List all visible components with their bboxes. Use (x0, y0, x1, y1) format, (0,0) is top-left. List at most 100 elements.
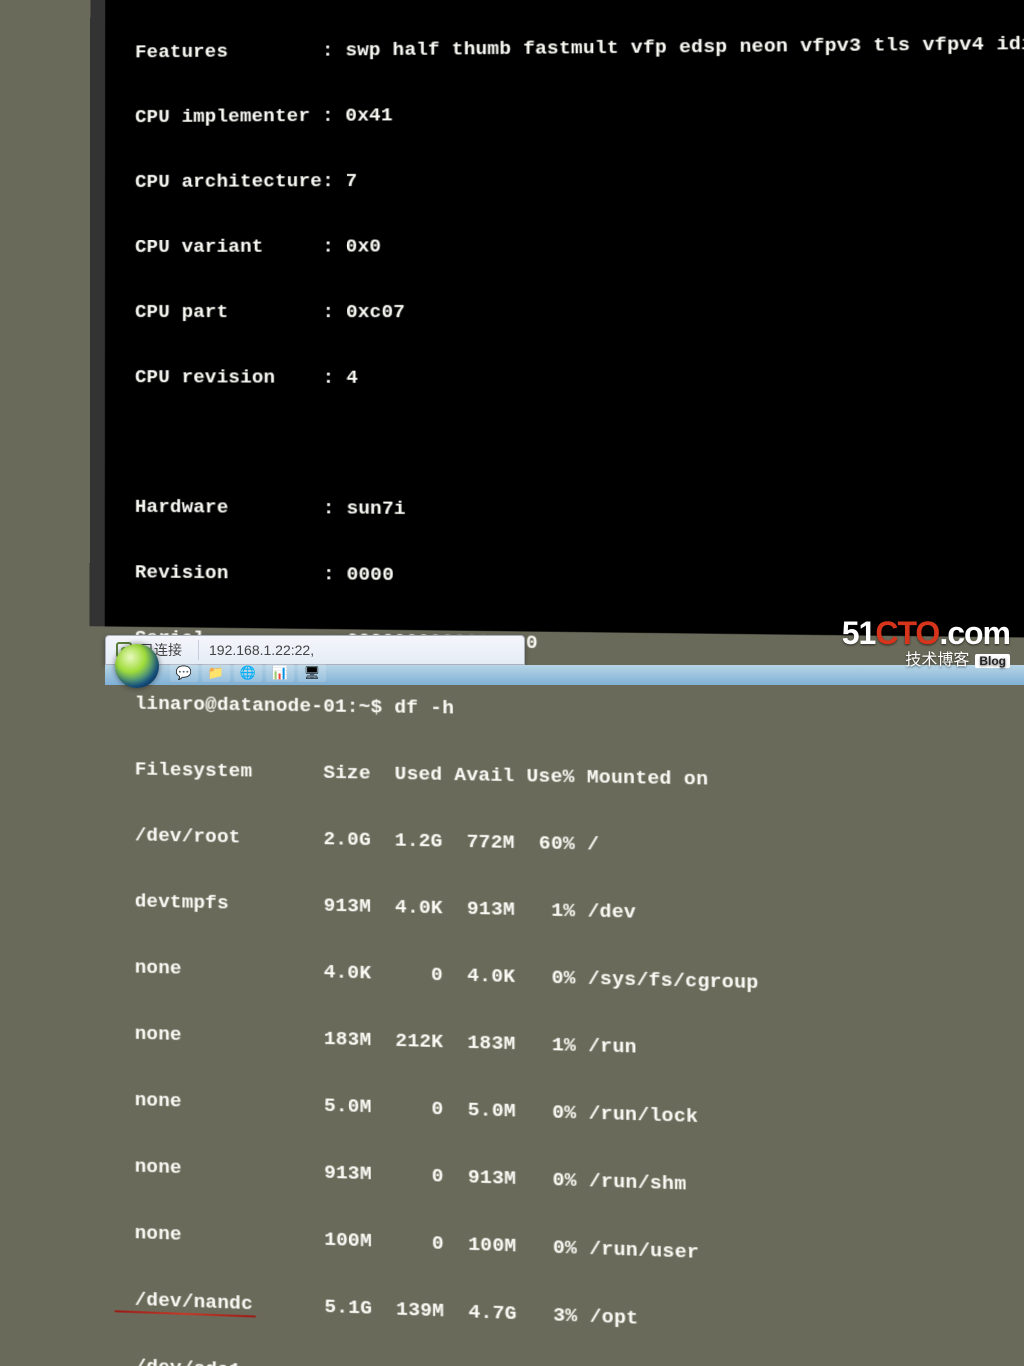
fs: none (135, 1155, 182, 1179)
fs: none (135, 1089, 182, 1113)
avail: 913M (468, 1166, 516, 1190)
usep: 0% (551, 966, 575, 989)
df-row-3: none 183M 212K 183M 1% /run (135, 1024, 1024, 1077)
avail: 183M (467, 1031, 515, 1055)
fs-highlighted: /dev/sda1 (135, 1357, 241, 1366)
size: 913M (324, 894, 372, 918)
label: CPU part (135, 301, 228, 323)
blank-line (135, 433, 1024, 464)
pinned-app-icon[interactable]: 🖥 (298, 664, 326, 682)
brand-blog: Blog (975, 654, 1010, 668)
mount: /sys/fs/cgroup (588, 967, 759, 994)
mount: /opt (590, 1305, 639, 1330)
label: CPU revision (135, 366, 275, 389)
avail: 772M (467, 831, 515, 855)
taskbar-pinned: 💬 📁 🌐 📊 🖥 (170, 663, 326, 683)
sep: : (322, 105, 334, 127)
usep: 3% (553, 1304, 577, 1328)
label: Revision (135, 561, 229, 584)
used: 0 (432, 1165, 444, 1188)
sep: : (322, 170, 334, 192)
label: Features (135, 41, 228, 64)
col-fs: Filesystem (135, 758, 252, 782)
pinned-app-icon[interactable]: 📊 (266, 664, 294, 682)
value: 4 (346, 367, 358, 389)
col-mount: Mounted on (587, 766, 709, 791)
brand-cn: 技术博客 (905, 653, 969, 669)
value: 0x0 (346, 235, 382, 257)
df-row-6: none 100M 0 100M 0% /run/user (135, 1224, 1024, 1284)
size: 5.1G (324, 1295, 372, 1320)
df-row-8: /dev/sda1 74G 180M 70G 1% /data (135, 1357, 1024, 1366)
divider (198, 640, 199, 660)
cpuinfo-implementer: CPU implementer : 0x41 (135, 101, 1024, 135)
used: 0 (431, 963, 443, 986)
used: 180M (396, 1365, 444, 1366)
fs: devtmpfs (135, 890, 229, 914)
usep: 1% (552, 1034, 576, 1057)
size: 183M (324, 1028, 372, 1052)
used: 212K (395, 1029, 443, 1053)
used: 139M (396, 1298, 444, 1323)
status-address: 192.168.1.22:22, (209, 642, 314, 658)
pinned-app-icon[interactable]: 💬 (170, 664, 198, 682)
df-row-1: devtmpfs 913M 4.0K 913M 1% /dev (135, 892, 1024, 941)
col-used: Used (395, 763, 443, 786)
mount: / (587, 833, 599, 856)
label: CPU implementer (135, 105, 310, 128)
usep: 1% (551, 899, 575, 922)
size: 5.0M (324, 1094, 372, 1118)
fs: /dev/root (135, 824, 241, 848)
label: Hardware (135, 496, 229, 519)
col-avail: Avail (454, 764, 514, 788)
avail: 913M (467, 897, 515, 921)
sep: : (323, 563, 335, 585)
pinned-app-icon[interactable]: 🌐 (234, 664, 262, 682)
connection-status-bar: 已连接 192.168.1.22:22, (105, 635, 525, 665)
start-button-icon[interactable] (115, 644, 159, 688)
sep: : (323, 497, 335, 519)
value: 0x41 (345, 104, 392, 126)
sep: : (322, 367, 334, 389)
pinned-app-icon[interactable]: 📁 (202, 664, 230, 682)
brand-com: .com (939, 615, 1010, 651)
size: 913M (324, 1161, 372, 1185)
cpuinfo-hardware: Hardware : sun7i (135, 498, 1024, 533)
fs-highlighted: /dev/nandc (135, 1290, 253, 1314)
cpuinfo-variant: CPU variant : 0x0 (135, 236, 1024, 265)
df-row-2: none 4.0K 0 4.0K 0% /sys/fs/cgroup (135, 958, 1024, 1009)
mount: /run (588, 1035, 637, 1059)
avail: 4.7G (468, 1301, 516, 1326)
avail: 100M (468, 1233, 516, 1258)
sep: : (322, 301, 334, 323)
mount: /run/lock (588, 1102, 698, 1128)
used: 0 (432, 1232, 444, 1255)
df-row-0: /dev/root 2.0G 1.2G 772M 60% / (135, 826, 1024, 872)
cpuinfo-architecture: CPU architecture: 7 (135, 169, 1024, 200)
mount: /run/user (589, 1237, 699, 1264)
df-row-7: /dev/nandc 5.1G 139M 4.7G 3% /opt (135, 1290, 1024, 1353)
mount: /dev (587, 900, 636, 924)
used: 0 (431, 1097, 443, 1120)
sep: : (322, 40, 334, 62)
fs: none (135, 1222, 182, 1246)
mount: /run/shm (589, 1170, 687, 1196)
size: 100M (324, 1228, 372, 1252)
cpuinfo-rev: Revision : 0000 (135, 563, 1024, 600)
fs: none (135, 1022, 182, 1046)
df-row-4: none 5.0M 0 5.0M 0% /run/lock (135, 1091, 1024, 1147)
cpuinfo-revision: CPU revision : 4 (135, 368, 1024, 398)
size: 4.0K (324, 961, 372, 985)
avail: 5.0M (468, 1099, 516, 1123)
col-size: Size (323, 761, 371, 784)
df-header: Filesystem Size Used Avail Use% Mounted … (135, 760, 1024, 804)
avail: 4.0K (467, 964, 515, 988)
df-row-5: none 913M 0 913M 0% /run/shm (135, 1157, 1024, 1215)
size: 74G (336, 1363, 372, 1366)
terminal-screen: Features : swp half thumb fastmult vfp e… (90, 0, 1024, 638)
watermark: 51CTO.com 技术博客 Blog (842, 617, 1010, 669)
brand-51: 51 (842, 615, 876, 651)
size: 2.0G (323, 828, 371, 851)
value: swp half thumb fastmult vfp edsp neon vf… (345, 33, 1024, 62)
cpuinfo-part: CPU part : 0xc07 (135, 303, 1024, 331)
